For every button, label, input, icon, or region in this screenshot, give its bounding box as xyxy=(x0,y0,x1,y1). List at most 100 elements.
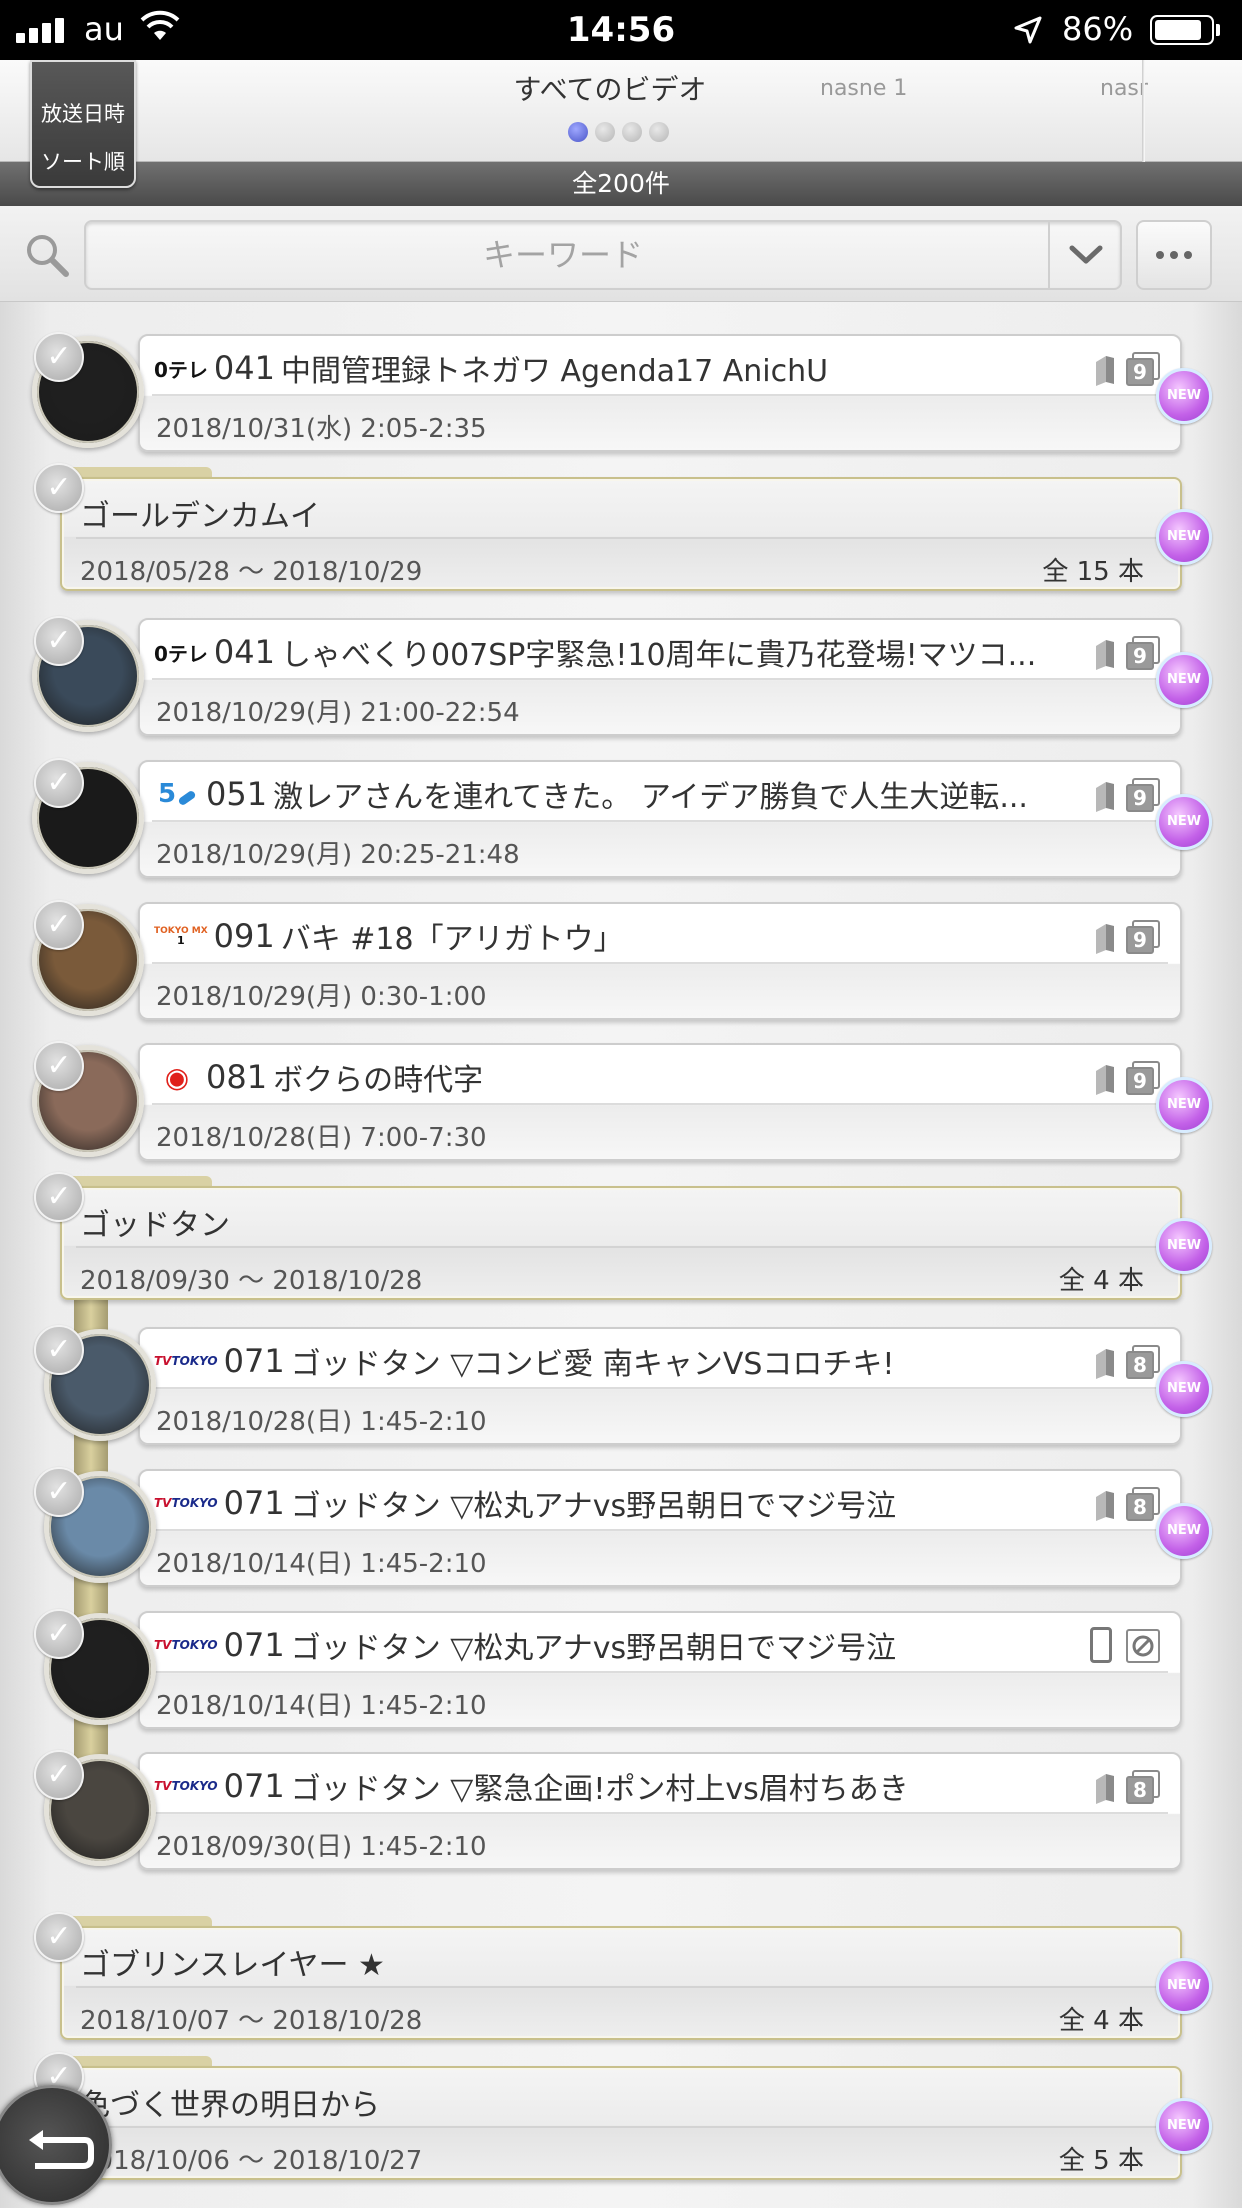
chevron-down-icon[interactable] xyxy=(1048,220,1122,290)
tab-all-videos[interactable]: すべてのビデオ xyxy=(360,68,860,108)
new-badge: NEW xyxy=(1156,2098,1212,2154)
copy-count-icon: 8 xyxy=(1126,1487,1160,1521)
select-checkbox[interactable]: ✓ xyxy=(34,1750,84,1800)
video-title: バキ #18「アリガトウ」 xyxy=(280,922,624,957)
series-episode-count: 全 4 本 xyxy=(1058,2006,1144,2036)
series-item[interactable]: ゴールデンカムイ 2018/05/28 〜 2018/10/29 全 15 本 … xyxy=(0,463,1242,607)
clock: 14:56 xyxy=(566,10,676,50)
video-title: 中間管理録トネガワ Agenda17 AnichU xyxy=(281,354,829,389)
copy-prohibited-icon xyxy=(1126,1629,1160,1663)
video-title: ゴッドタン ▽緊急企画!ポン村上vs眉村ちあき xyxy=(290,1772,909,1807)
select-checkbox[interactable]: ✓ xyxy=(34,900,84,950)
select-checkbox[interactable]: ✓ xyxy=(34,332,84,382)
more-options-button[interactable] xyxy=(1136,220,1212,290)
series-episode-count: 全 15 本 xyxy=(1042,557,1144,587)
series-title: ゴッドタン xyxy=(80,1208,230,1243)
video-item[interactable]: ◉ 081 ボクらの時代字 2018/10/28(日) 7:00-7:30 9 … xyxy=(0,1041,1242,1173)
dubbing-icon xyxy=(1096,1491,1114,1521)
series-date-range: 2018/10/07 〜 2018/10/28 xyxy=(80,2006,423,2036)
ntv-logo: 0テレ xyxy=(154,357,208,382)
battery-icon xyxy=(1150,15,1214,45)
new-badge: NEW xyxy=(1156,652,1212,708)
video-datetime: 2018/10/28(日) 1:45-2:10 xyxy=(156,1407,487,1437)
video-card[interactable]: 0テレ 041 しゃべくり007SP字緊急!10周年に貴乃花登場!マツコ... … xyxy=(138,618,1182,736)
fuji-tv-logo: ◉ xyxy=(164,1060,190,1094)
video-card[interactable]: TVTOKYO 071 ゴッドタン ▽松丸アナvs野呂朝日でマジ号泣 2018/… xyxy=(138,1611,1182,1729)
new-badge: NEW xyxy=(1156,1361,1212,1417)
copy-count-icon: 8 xyxy=(1126,1345,1160,1379)
video-item[interactable]: TOKYO MX 1 091 バキ #18「アリガトウ」 2018/10/29(月… xyxy=(0,900,1242,1032)
search-icon[interactable] xyxy=(24,232,70,282)
video-datetime: 2018/09/30(日) 1:45-2:10 xyxy=(156,1832,487,1862)
series-card[interactable]: 色づく世界の明日から 2018/10/06 〜 2018/10/27 全 5 本 xyxy=(60,2066,1182,2180)
new-badge: NEW xyxy=(1156,794,1212,850)
keyword-input[interactable]: キーワード xyxy=(84,220,1122,290)
select-checkbox[interactable]: ✓ xyxy=(34,616,84,666)
select-checkbox[interactable]: ✓ xyxy=(34,1325,84,1375)
copy-count-icon: 9 xyxy=(1126,778,1160,812)
select-checkbox[interactable]: ✓ xyxy=(34,1467,84,1517)
video-title: 激レアさんを連れてきた。 アイデア勝負で人生大逆転... xyxy=(273,780,1028,815)
series-card[interactable]: ゴブリンスレイヤー ★ 2018/10/07 〜 2018/10/28 全 4 … xyxy=(60,1926,1182,2040)
video-datetime: 2018/10/29(月) 0:30-1:00 xyxy=(156,982,487,1012)
series-title: 色づく世界の明日から xyxy=(80,2088,380,2123)
new-badge: NEW xyxy=(1156,1958,1212,2014)
copy-count-icon: 9 xyxy=(1126,920,1160,954)
tab-nasne-1[interactable]: nasne 1 xyxy=(820,76,907,101)
back-arrow-icon xyxy=(29,2130,94,2169)
copy-count-icon: 9 xyxy=(1126,352,1160,386)
video-card[interactable]: TOKYO MX 1 091 バキ #18「アリガトウ」 2018/10/29(月… xyxy=(138,902,1182,1020)
video-title: ゴッドタン ▽松丸アナvs野呂朝日でマジ号泣 xyxy=(290,1489,897,1524)
video-card[interactable]: TVTOKYO 071 ゴッドタン ▽松丸アナvs野呂朝日でマジ号泣 2018/… xyxy=(138,1469,1182,1587)
status-bar: au 14:56 86% xyxy=(0,0,1242,60)
video-item[interactable]: 0テレ 041 中間管理録トネガワ Agenda17 AnichU 2018/1… xyxy=(0,332,1242,464)
channel-number: 071 xyxy=(223,1626,285,1664)
tab-nasne-2[interactable]: nasr xyxy=(1100,76,1148,101)
sort-button[interactable]: 放送日時 ソート順 xyxy=(30,60,136,188)
select-checkbox[interactable]: ✓ xyxy=(34,463,84,513)
series-item[interactable]: ゴブリンスレイヤー ★ 2018/10/07 〜 2018/10/28 全 4 … xyxy=(0,1912,1242,2056)
video-datetime: 2018/10/29(月) 21:00-22:54 xyxy=(156,698,520,728)
video-datetime: 2018/10/14(日) 1:45-2:10 xyxy=(156,1691,487,1721)
series-item[interactable]: 色づく世界の明日から 2018/10/06 〜 2018/10/27 全 5 本… xyxy=(0,2052,1242,2196)
select-checkbox[interactable]: ✓ xyxy=(34,1912,84,1962)
video-datetime: 2018/10/29(月) 20:25-21:48 xyxy=(156,840,520,870)
select-checkbox[interactable]: ✓ xyxy=(34,758,84,808)
video-title: ボクらの時代字 xyxy=(273,1063,484,1098)
series-card[interactable]: ゴールデンカムイ 2018/05/28 〜 2018/10/29 全 15 本 xyxy=(60,477,1182,591)
dubbing-icon xyxy=(1096,1774,1114,1804)
series-item[interactable]: ゴッドタン 2018/09/30 〜 2018/10/28 全 4 本 ✓ NE… xyxy=(0,1172,1242,1316)
video-datetime: 2018/10/31(水) 2:05-2:35 xyxy=(156,414,487,444)
select-checkbox[interactable]: ✓ xyxy=(34,1041,84,1091)
search-bar: キーワード xyxy=(0,206,1242,302)
video-card[interactable]: ◉ 081 ボクらの時代字 2018/10/28(日) 7:00-7:30 9 xyxy=(138,1043,1182,1161)
tokyo-mx-logo: TOKYO MX 1 xyxy=(154,925,208,947)
dubbing-icon xyxy=(1096,356,1114,386)
series-title: ゴールデンカムイ xyxy=(80,499,320,534)
page-indicator xyxy=(568,122,669,142)
dubbing-icon xyxy=(1096,1349,1114,1379)
series-date-range: 2018/09/30 〜 2018/10/28 xyxy=(80,1266,423,1296)
tv-tokyo-logo: TVTOKYO xyxy=(154,1779,218,1793)
select-checkbox[interactable]: ✓ xyxy=(34,1172,84,1222)
video-item[interactable]: TVTOKYO 071 ゴッドタン ▽緊急企画!ポン村上vs眉村ちあき 2018… xyxy=(0,1750,1242,1882)
video-item[interactable]: 5 051 激レアさんを連れてきた。 アイデア勝負で人生大逆転... 2018/… xyxy=(0,758,1242,890)
dubbing-icon xyxy=(1096,924,1114,954)
series-episode-count: 全 4 本 xyxy=(1058,1266,1144,1296)
series-card[interactable]: ゴッドタン 2018/09/30 〜 2018/10/28 全 4 本 xyxy=(60,1186,1182,1300)
channel-number: 081 xyxy=(206,1058,268,1096)
video-card[interactable]: 0テレ 041 中間管理録トネガワ Agenda17 AnichU 2018/1… xyxy=(138,334,1182,452)
video-item[interactable]: TVTOKYO 071 ゴッドタン ▽松丸アナvs野呂朝日でマジ号泣 2018/… xyxy=(0,1467,1242,1599)
new-badge: NEW xyxy=(1156,1503,1212,1559)
sort-label-1: 放送日時 xyxy=(41,102,125,126)
dubbing-icon xyxy=(1096,640,1114,670)
video-item[interactable]: TVTOKYO 071 ゴッドタン ▽松丸アナvs野呂朝日でマジ号泣 2018/… xyxy=(0,1609,1242,1741)
back-button[interactable] xyxy=(0,2085,112,2205)
video-card[interactable]: TVTOKYO 071 ゴッドタン ▽緊急企画!ポン村上vs眉村ちあき 2018… xyxy=(138,1752,1182,1870)
channel-number: 071 xyxy=(223,1767,285,1805)
video-card[interactable]: 5 051 激レアさんを連れてきた。 アイデア勝負で人生大逆転... 2018/… xyxy=(138,760,1182,878)
video-item[interactable]: TVTOKYO 071 ゴッドタン ▽コンビ愛 南キャンVSコロチキ! 2018… xyxy=(0,1325,1242,1457)
video-card[interactable]: TVTOKYO 071 ゴッドタン ▽コンビ愛 南キャンVSコロチキ! 2018… xyxy=(138,1327,1182,1445)
select-checkbox[interactable]: ✓ xyxy=(34,1609,84,1659)
video-item[interactable]: 0テレ 041 しゃべくり007SP字緊急!10周年に貴乃花登場!マツコ... … xyxy=(0,616,1242,748)
